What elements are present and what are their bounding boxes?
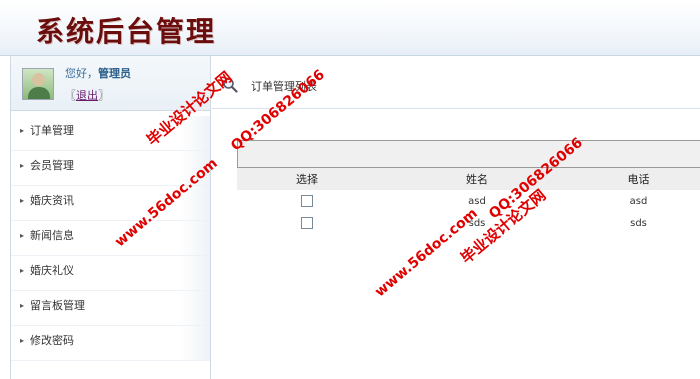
page-header: 系统后台管理 [0,0,700,56]
content-header: 订单管理列表 [212,56,700,109]
column-header-name: 姓名 [377,168,577,190]
column-header-phone: 电话 [577,168,700,190]
breadcrumb: 订单管理列表 [251,80,317,93]
list-toolbar [237,140,700,168]
sidebar-item-label: 订单管理 [30,124,74,137]
logout-wrapper: 〖退出〗 [65,87,109,103]
main-content: 选择 姓名 电话 asd asd sds sds [212,110,700,379]
name-cell: sds [468,217,486,229]
table-row: asd asd [237,190,700,212]
arrow-right-icon: ▸ [20,196,25,205]
name-cell: asd [468,195,486,207]
sidebar-item-label: 婚庆礼仪 [30,264,74,277]
logout-link[interactable]: 退出 [76,89,98,102]
sidebar-item-members[interactable]: ▸ 会员管理 [11,151,210,186]
avatar [22,68,54,100]
sidebar-item-label: 修改密码 [30,334,74,347]
arrow-right-icon: ▸ [20,301,25,310]
column-header-select: 选择 [237,168,377,190]
sidebar-item-orders[interactable]: ▸ 订单管理 [11,116,210,151]
arrow-right-icon: ▸ [20,231,25,240]
table-row: sds sds [237,212,700,234]
sidebar-item-wedding-news[interactable]: ▸ 婚庆资讯 [11,186,210,221]
row-checkbox[interactable] [301,195,313,207]
sidebar-item-label: 会员管理 [30,159,74,172]
sidebar-item-label: 新闻信息 [30,229,74,242]
logout-bracket-close: 〗 [98,89,109,102]
greeting-user: 管理员 [98,67,131,80]
sidebar-item-change-password[interactable]: ▸ 修改密码 [11,326,210,361]
arrow-right-icon: ▸ [20,266,25,275]
table-header-row: 选择 姓名 电话 [237,168,700,190]
sidebar-item-news-info[interactable]: ▸ 新闻信息 [11,221,210,256]
row-checkbox[interactable] [301,217,313,229]
sidebar-menu: ▸ 订单管理 ▸ 会员管理 ▸ 婚庆资讯 ▸ 新闻信息 ▸ 婚庆礼仪 ▸ 留言板… [11,116,210,361]
greeting-prefix: 您好， [65,67,98,80]
arrow-right-icon: ▸ [20,161,25,170]
sidebar-item-label: 留言板管理 [30,299,85,312]
sidebar: 您好，管理员 〖退出〗 ▸ 订单管理 ▸ 会员管理 ▸ 婚庆资讯 ▸ 新闻信息 … [10,56,211,379]
sidebar-item-label: 婚庆资讯 [30,194,74,207]
search-icon [223,78,238,93]
logout-bracket-open: 〖 [65,89,76,102]
arrow-right-icon: ▸ [20,336,25,345]
phone-cell: sds [630,217,647,229]
orders-table: 选择 姓名 电话 asd asd sds sds [237,168,700,234]
sidebar-item-guestbook[interactable]: ▸ 留言板管理 [11,291,210,326]
row-select-cell [237,190,377,212]
greeting: 您好，管理员 [65,65,131,81]
row-select-cell [237,212,377,234]
arrow-right-icon: ▸ [20,126,25,135]
sidebar-item-wedding-etiquette[interactable]: ▸ 婚庆礼仪 [11,256,210,291]
app-title: 系统后台管理 [36,15,217,48]
phone-cell: asd [629,195,648,207]
user-panel: 您好，管理员 〖退出〗 [11,56,210,111]
